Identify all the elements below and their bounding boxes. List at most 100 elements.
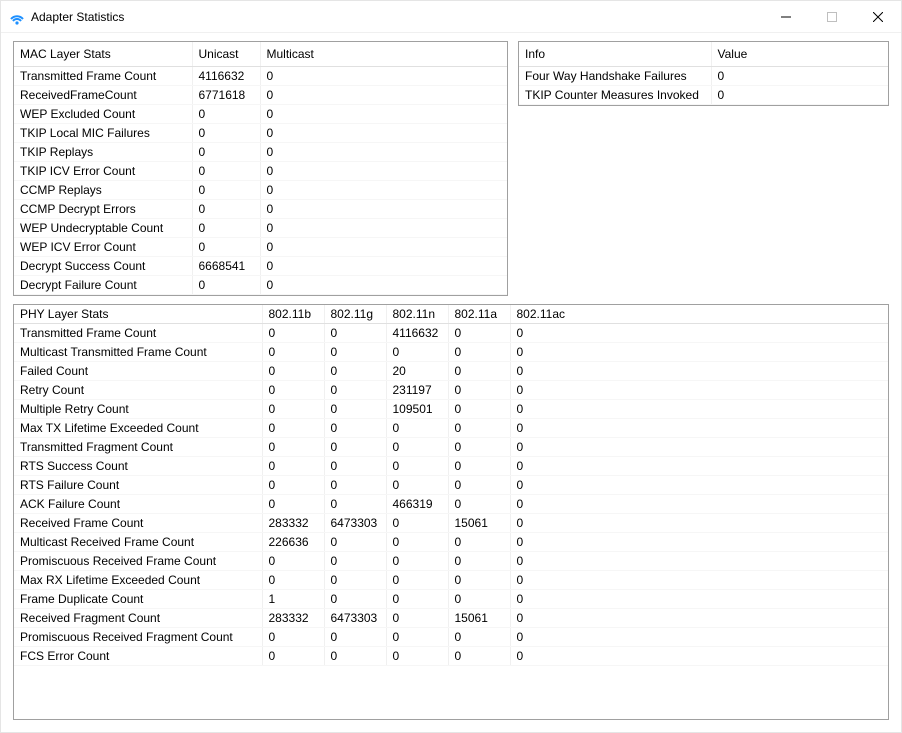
phy-header-ac[interactable]: 802.11ac bbox=[510, 305, 888, 324]
phy-row-value: 0 bbox=[324, 628, 386, 647]
info-row-value: 0 bbox=[711, 67, 888, 86]
phy-header-a[interactable]: 802.11a bbox=[448, 305, 510, 324]
phy-row-value: 0 bbox=[262, 343, 324, 362]
mac-header-label[interactable]: MAC Layer Stats bbox=[14, 42, 192, 67]
phy-row-value: 4116632 bbox=[386, 324, 448, 343]
phy-row-value: 0 bbox=[262, 419, 324, 438]
table-row[interactable]: Transmitted Fragment Count00000 bbox=[14, 438, 888, 457]
table-row[interactable]: TKIP Replays00 bbox=[14, 143, 507, 162]
table-row[interactable]: Received Frame Count28333264733030150610 bbox=[14, 514, 888, 533]
mac-row-multicast: 0 bbox=[260, 200, 507, 219]
table-row[interactable]: Transmitted Frame Count00411663200 bbox=[14, 324, 888, 343]
table-row[interactable]: Max RX Lifetime Exceeded Count00000 bbox=[14, 571, 888, 590]
phy-row-label: Multicast Transmitted Frame Count bbox=[14, 343, 262, 362]
minimize-icon bbox=[781, 12, 791, 22]
mac-row-unicast: 0 bbox=[192, 143, 260, 162]
mac-row-multicast: 0 bbox=[260, 105, 507, 124]
minimize-button[interactable] bbox=[763, 1, 809, 32]
phy-row-value: 466319 bbox=[386, 495, 448, 514]
phy-row-label: Received Fragment Count bbox=[14, 609, 262, 628]
mac-row-multicast: 0 bbox=[260, 162, 507, 181]
table-row[interactable]: TKIP Local MIC Failures00 bbox=[14, 124, 507, 143]
app-icon bbox=[9, 9, 25, 25]
mac-row-unicast: 0 bbox=[192, 105, 260, 124]
table-row[interactable]: ReceivedFrameCount67716180 bbox=[14, 86, 507, 105]
info-header-label[interactable]: Info bbox=[519, 42, 711, 67]
table-row[interactable]: WEP ICV Error Count00 bbox=[14, 238, 507, 257]
mac-header-multicast[interactable]: Multicast bbox=[260, 42, 507, 67]
phy-row-value: 0 bbox=[448, 590, 510, 609]
mac-header-unicast[interactable]: Unicast bbox=[192, 42, 260, 67]
phy-row-value: 0 bbox=[386, 476, 448, 495]
table-row[interactable]: Multicast Transmitted Frame Count00000 bbox=[14, 343, 888, 362]
mac-row-multicast: 0 bbox=[260, 238, 507, 257]
table-row[interactable]: Decrypt Success Count66685410 bbox=[14, 257, 507, 276]
table-row[interactable]: TKIP ICV Error Count00 bbox=[14, 162, 507, 181]
table-row[interactable]: Multiple Retry Count0010950100 bbox=[14, 400, 888, 419]
phy-stats-header-row: PHY Layer Stats 802.11b 802.11g 802.11n … bbox=[14, 305, 888, 324]
phy-row-value: 0 bbox=[510, 419, 888, 438]
app-window: Adapter Statistics MAC Layer Stats bbox=[0, 0, 902, 733]
titlebar[interactable]: Adapter Statistics bbox=[1, 1, 901, 33]
table-row[interactable]: Promiscuous Received Frame Count00000 bbox=[14, 552, 888, 571]
table-row[interactable]: Frame Duplicate Count10000 bbox=[14, 590, 888, 609]
phy-row-value: 0 bbox=[324, 457, 386, 476]
phy-row-value: 0 bbox=[510, 324, 888, 343]
phy-header-label[interactable]: PHY Layer Stats bbox=[14, 305, 262, 324]
phy-row-value: 0 bbox=[448, 552, 510, 571]
table-row[interactable]: Four Way Handshake Failures0 bbox=[519, 67, 888, 86]
phy-row-value: 0 bbox=[324, 343, 386, 362]
table-row[interactable]: CCMP Decrypt Errors00 bbox=[14, 200, 507, 219]
window-controls bbox=[763, 1, 901, 32]
table-row[interactable]: Promiscuous Received Fragment Count00000 bbox=[14, 628, 888, 647]
close-button[interactable] bbox=[855, 1, 901, 32]
maximize-button[interactable] bbox=[809, 1, 855, 32]
table-row[interactable]: Decrypt Failure Count00 bbox=[14, 276, 507, 295]
table-row[interactable]: WEP Undecryptable Count00 bbox=[14, 219, 507, 238]
maximize-icon bbox=[827, 12, 837, 22]
table-row[interactable]: Received Fragment Count28333264733030150… bbox=[14, 609, 888, 628]
table-row[interactable]: Max TX Lifetime Exceeded Count00000 bbox=[14, 419, 888, 438]
phy-row-value: 0 bbox=[510, 400, 888, 419]
phy-row-value: 0 bbox=[262, 362, 324, 381]
table-row[interactable]: RTS Failure Count00000 bbox=[14, 476, 888, 495]
phy-row-label: Transmitted Fragment Count bbox=[14, 438, 262, 457]
table-row[interactable]: TKIP Counter Measures Invoked0 bbox=[519, 86, 888, 105]
info-row-label: Four Way Handshake Failures bbox=[519, 67, 711, 86]
table-row[interactable]: Retry Count0023119700 bbox=[14, 381, 888, 400]
mac-row-unicast: 0 bbox=[192, 124, 260, 143]
phy-row-value: 0 bbox=[386, 419, 448, 438]
table-row[interactable]: CCMP Replays00 bbox=[14, 181, 507, 200]
window-title: Adapter Statistics bbox=[31, 10, 124, 24]
table-row[interactable]: RTS Success Count00000 bbox=[14, 457, 888, 476]
phy-row-value: 0 bbox=[262, 476, 324, 495]
mac-row-label: ReceivedFrameCount bbox=[14, 86, 192, 105]
phy-row-value: 0 bbox=[386, 609, 448, 628]
table-row[interactable]: Failed Count002000 bbox=[14, 362, 888, 381]
phy-row-value: 0 bbox=[386, 571, 448, 590]
mac-row-label: Transmitted Frame Count bbox=[14, 67, 192, 86]
mac-row-multicast: 0 bbox=[260, 219, 507, 238]
phy-row-value: 0 bbox=[324, 552, 386, 571]
phy-row-value: 0 bbox=[448, 647, 510, 666]
table-row[interactable]: Multicast Received Frame Count2266360000 bbox=[14, 533, 888, 552]
phy-header-g[interactable]: 802.11g bbox=[324, 305, 386, 324]
phy-row-value: 0 bbox=[448, 343, 510, 362]
phy-row-value: 0 bbox=[510, 343, 888, 362]
table-row[interactable]: Transmitted Frame Count41166320 bbox=[14, 67, 507, 86]
mac-row-unicast: 0 bbox=[192, 238, 260, 257]
phy-row-value: 0 bbox=[510, 381, 888, 400]
phy-header-b[interactable]: 802.11b bbox=[262, 305, 324, 324]
phy-row-label: ACK Failure Count bbox=[14, 495, 262, 514]
table-row[interactable]: WEP Excluded Count00 bbox=[14, 105, 507, 124]
table-row[interactable]: ACK Failure Count0046631900 bbox=[14, 495, 888, 514]
phy-header-n[interactable]: 802.11n bbox=[386, 305, 448, 324]
info-header-value[interactable]: Value bbox=[711, 42, 888, 67]
phy-row-value: 0 bbox=[386, 514, 448, 533]
table-row[interactable]: FCS Error Count00000 bbox=[14, 647, 888, 666]
phy-row-value: 0 bbox=[262, 324, 324, 343]
phy-row-value: 0 bbox=[386, 438, 448, 457]
info-row-label: TKIP Counter Measures Invoked bbox=[519, 86, 711, 105]
mac-row-label: CCMP Decrypt Errors bbox=[14, 200, 192, 219]
phy-row-value: 0 bbox=[324, 419, 386, 438]
